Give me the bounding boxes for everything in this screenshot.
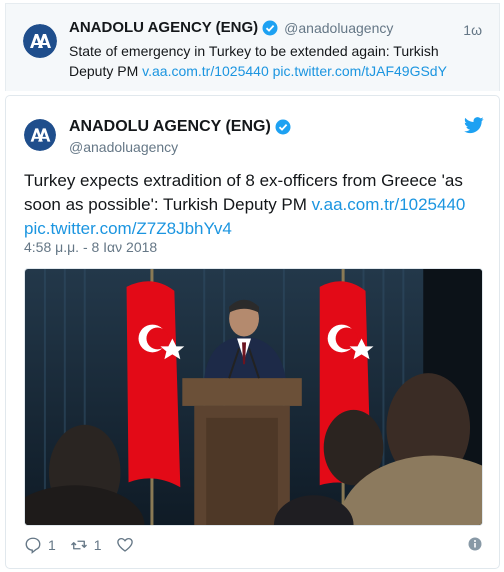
retweet-icon [70, 540, 87, 550]
reply-author-name[interactable]: ANADOLU AGENCY (ENG) [69, 19, 258, 36]
main-tweet-timestamp[interactable]: 4:58 μ.μ. - 8 Ιαν 2018 [24, 239, 157, 255]
aa-logo-icon[interactable] [24, 119, 56, 151]
tweet-actions: 1 1 [24, 535, 154, 555]
main-author-name[interactable]: ANADOLU AGENCY (ENG) [69, 118, 271, 136]
retweet-count: 1 [93, 537, 102, 553]
reply-icon [25, 537, 41, 554]
tweet-photo[interactable] [24, 268, 483, 526]
info-icon[interactable] [468, 537, 482, 551]
verified-badge-icon [262, 20, 278, 36]
reply-author-handle[interactable]: @anadoluagency [284, 20, 393, 36]
reply-button[interactable]: 1 [24, 536, 56, 554]
reply-tweet-time[interactable]: 1ω [463, 22, 482, 38]
main-tweet-text: Turkey expects extradition of 8 ex-offic… [24, 169, 479, 241]
main-tweet-pic-link[interactable]: pic.twitter.com/Z7Z8JbhYv4 [24, 219, 232, 238]
aa-logo-icon[interactable] [23, 24, 57, 58]
reply-tweet-link[interactable]: v.aa.com.tr/1025440 [142, 63, 269, 79]
heart-icon [116, 537, 133, 552]
main-tweet-header: ANADOLU AGENCY (ENG) [69, 118, 291, 136]
reply-count: 1 [48, 537, 56, 553]
main-author-handle[interactable]: @anadoluagency [69, 139, 178, 155]
reply-tweet-text: State of emergency in Turkey to be exten… [69, 41, 479, 81]
verified-badge-icon [275, 119, 291, 135]
twitter-bird-icon[interactable] [464, 117, 484, 135]
retweet-button[interactable]: 1 [70, 536, 102, 554]
main-tweet-link[interactable]: v.aa.com.tr/1025440 [312, 195, 466, 214]
like-button[interactable] [116, 536, 140, 554]
reply-tweet-header: ANADOLU AGENCY (ENG) @anadoluagency [69, 19, 393, 36]
reply-tweet-pic-link[interactable]: pic.twitter.com/tJAF49GSdY [273, 63, 447, 79]
